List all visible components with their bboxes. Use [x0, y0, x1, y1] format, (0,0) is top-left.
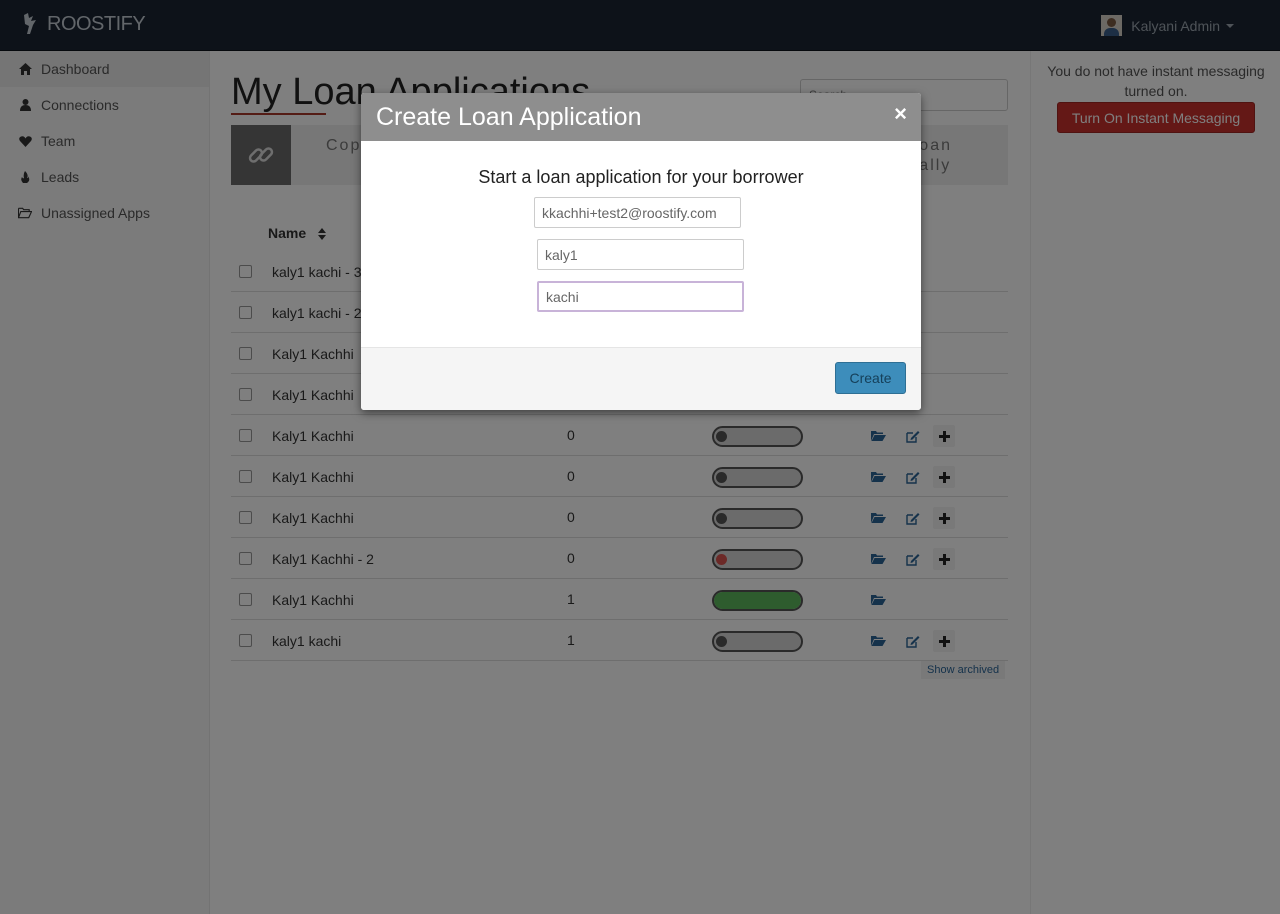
modal-title: Create Loan Application	[376, 103, 642, 131]
first-name-field[interactable]	[537, 239, 744, 270]
close-icon[interactable]: ×	[894, 103, 907, 125]
modal-prompt: Start a loan application for your borrow…	[478, 167, 804, 187]
create-button[interactable]: Create	[835, 362, 906, 394]
last-name-field[interactable]	[537, 281, 744, 312]
email-field[interactable]	[534, 197, 741, 228]
modal-footer: Create	[361, 348, 921, 410]
modal-body: Start a loan application for your borrow…	[361, 141, 921, 348]
create-loan-modal: Create Loan Application × Start a loan a…	[361, 93, 921, 410]
modal-header: Create Loan Application ×	[361, 93, 921, 141]
